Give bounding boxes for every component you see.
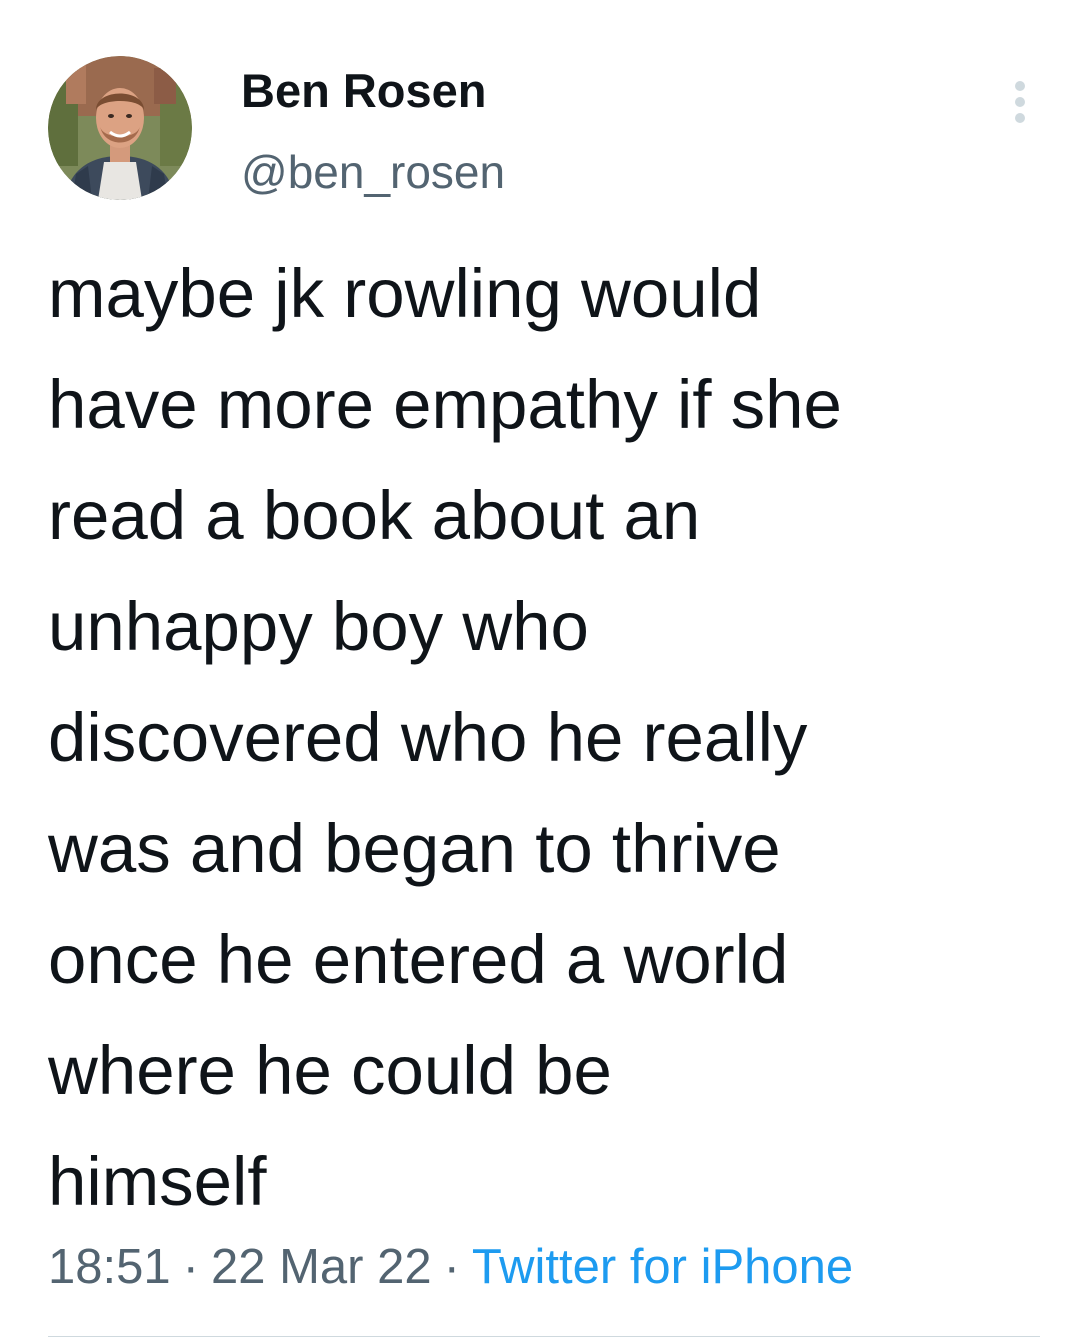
tweet-source-link[interactable]: Twitter for iPhone [472, 1240, 853, 1294]
tweet-metadata: 18:51 · 22 Mar 22 · Twitter for iPhone [48, 1232, 853, 1302]
author-display-name[interactable]: Ben Rosen [241, 62, 487, 120]
divider [48, 1336, 1040, 1337]
tweet-time[interactable]: 18:51 [48, 1240, 171, 1294]
avatar-photo-icon [48, 56, 192, 200]
tweet-date[interactable]: 22 Mar 22 [211, 1240, 432, 1294]
tweet-text: maybe jk rowling would have more empathy… [48, 255, 842, 1220]
meta-separator: · [182, 1240, 199, 1294]
more-options-button[interactable] [996, 78, 1044, 126]
author-handle[interactable]: @ben_rosen [241, 143, 505, 201]
meta-separator: · [443, 1240, 460, 1294]
tweet: Ben Rosen @ben_rosen maybe jk rowling wo… [0, 0, 1080, 1340]
avatar[interactable] [48, 56, 192, 200]
vertical-ellipsis-icon [1015, 81, 1025, 123]
